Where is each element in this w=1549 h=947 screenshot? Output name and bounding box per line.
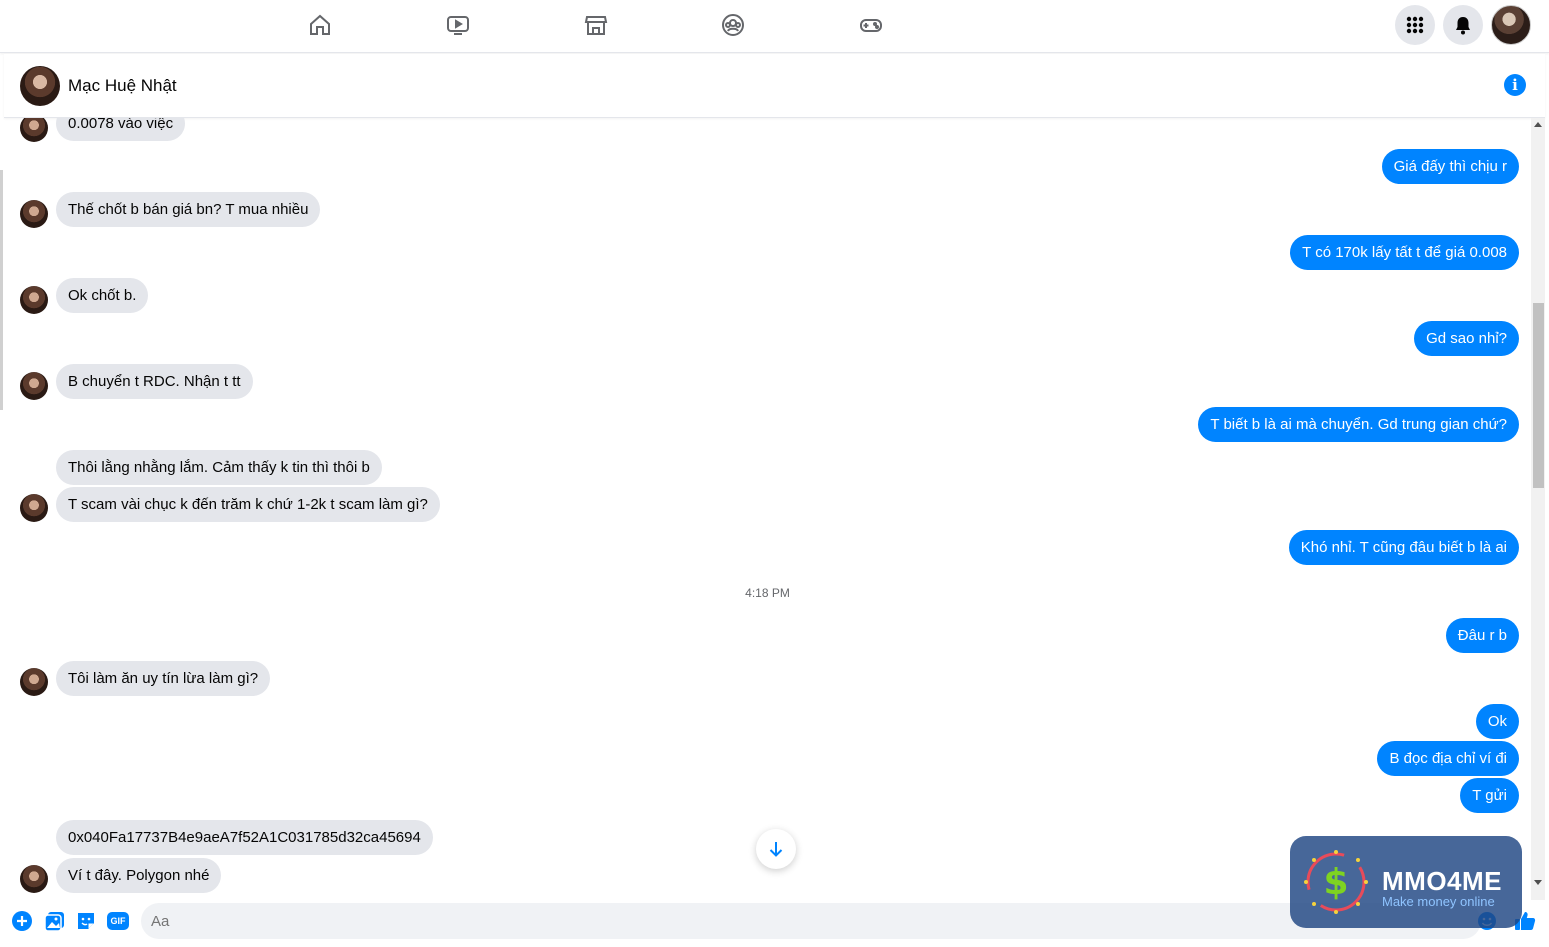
add-icon[interactable] — [11, 910, 33, 932]
incoming-message: T scam vài chục k đến trăm k chứ 1-2k t … — [56, 487, 440, 522]
outgoing-message: Gd sao nhỉ? — [1414, 321, 1519, 356]
outgoing-message: T có 170k lấy tất t để giá 0.008 — [1290, 235, 1519, 270]
message-avatar — [20, 494, 48, 522]
scroll-up-arrow-icon[interactable] — [1534, 122, 1542, 127]
outgoing-message: Khó nhỉ. T cũng đâu biết b là ai — [1288, 530, 1519, 565]
outgoing-message: T gửi — [1460, 778, 1519, 813]
gif-icon[interactable]: GIF — [107, 910, 129, 932]
sticker-icon[interactable] — [75, 910, 97, 932]
outgoing-message: B đọc địa chỉ ví đi — [1377, 741, 1519, 776]
contact-avatar[interactable] — [20, 66, 60, 106]
scroll-down-arrow-icon[interactable] — [1534, 880, 1542, 885]
svg-text:$: $ — [1323, 862, 1348, 903]
profile-avatar[interactable] — [1491, 5, 1531, 45]
incoming-message: Ok chốt b. — [56, 278, 149, 313]
message-avatar — [20, 372, 48, 400]
message-list: 0.0078 vào việc Giá đấy thì chịu r Thế c… — [4, 118, 1545, 900]
home-icon[interactable] — [307, 12, 333, 38]
contact-name[interactable]: Mạc Huệ Nhật — [68, 76, 177, 96]
info-icon[interactable]: i — [1504, 74, 1526, 96]
scroll-to-bottom-button[interactable] — [756, 829, 796, 869]
photo-icon[interactable] — [44, 910, 66, 932]
incoming-message: Ví t đây. Polygon nhé — [56, 858, 222, 893]
watermark-title: MMO4ME — [1382, 866, 1502, 896]
dollar-logo-icon: $ — [1304, 850, 1368, 914]
chat-header: Mạc Huệ Nhật i — [4, 54, 1545, 118]
message-timestamp: 4:18 PM — [745, 586, 790, 600]
incoming-message: Thôi lằng nhằng lắm. Cảm thấy k tin thì … — [56, 450, 382, 485]
incoming-message: B chuyển t RDC. Nhận t tt — [56, 364, 253, 399]
notifications-icon[interactable] — [1443, 5, 1483, 45]
message-avatar — [20, 668, 48, 696]
incoming-message: Thế chốt b bán giá bn? T mua nhiều — [56, 192, 321, 227]
gif-label: GIF — [107, 912, 129, 930]
message-avatar — [20, 118, 48, 142]
arrow-down-icon — [769, 842, 783, 857]
message-avatar — [20, 200, 48, 228]
mmo4me-watermark: $ MMO4ME Make money online — [1290, 836, 1522, 928]
outgoing-message: Ok — [1475, 704, 1519, 739]
outgoing-message: T biết b là ai mà chuyển. Gd trung gian … — [1198, 407, 1519, 442]
marketplace-icon[interactable] — [583, 12, 609, 38]
gaming-icon[interactable] — [858, 12, 884, 38]
watch-icon[interactable] — [445, 12, 471, 38]
left-edge-divider — [0, 170, 3, 410]
watermark-subtitle: Make money online — [1382, 894, 1495, 909]
incoming-message: 0.0078 vào việc — [56, 118, 186, 141]
outgoing-message: Đâu r b — [1445, 618, 1519, 653]
groups-icon[interactable] — [720, 12, 746, 38]
message-avatar — [20, 865, 48, 893]
top-navigation-bar — [0, 0, 1549, 53]
message-input[interactable] — [141, 903, 1481, 939]
outgoing-message: Giá đấy thì chịu r — [1381, 149, 1519, 184]
message-avatar — [20, 286, 48, 314]
incoming-message: 0x040Fa17737B4e9aeA7f52A1C031785d32ca456… — [56, 820, 433, 855]
menu-grid-icon[interactable] — [1395, 5, 1435, 45]
incoming-message: Tôi làm ăn uy tín lừa làm gì? — [56, 661, 271, 696]
scroll-thumb[interactable] — [1533, 303, 1544, 488]
message-scrollbar[interactable] — [1531, 118, 1545, 900]
